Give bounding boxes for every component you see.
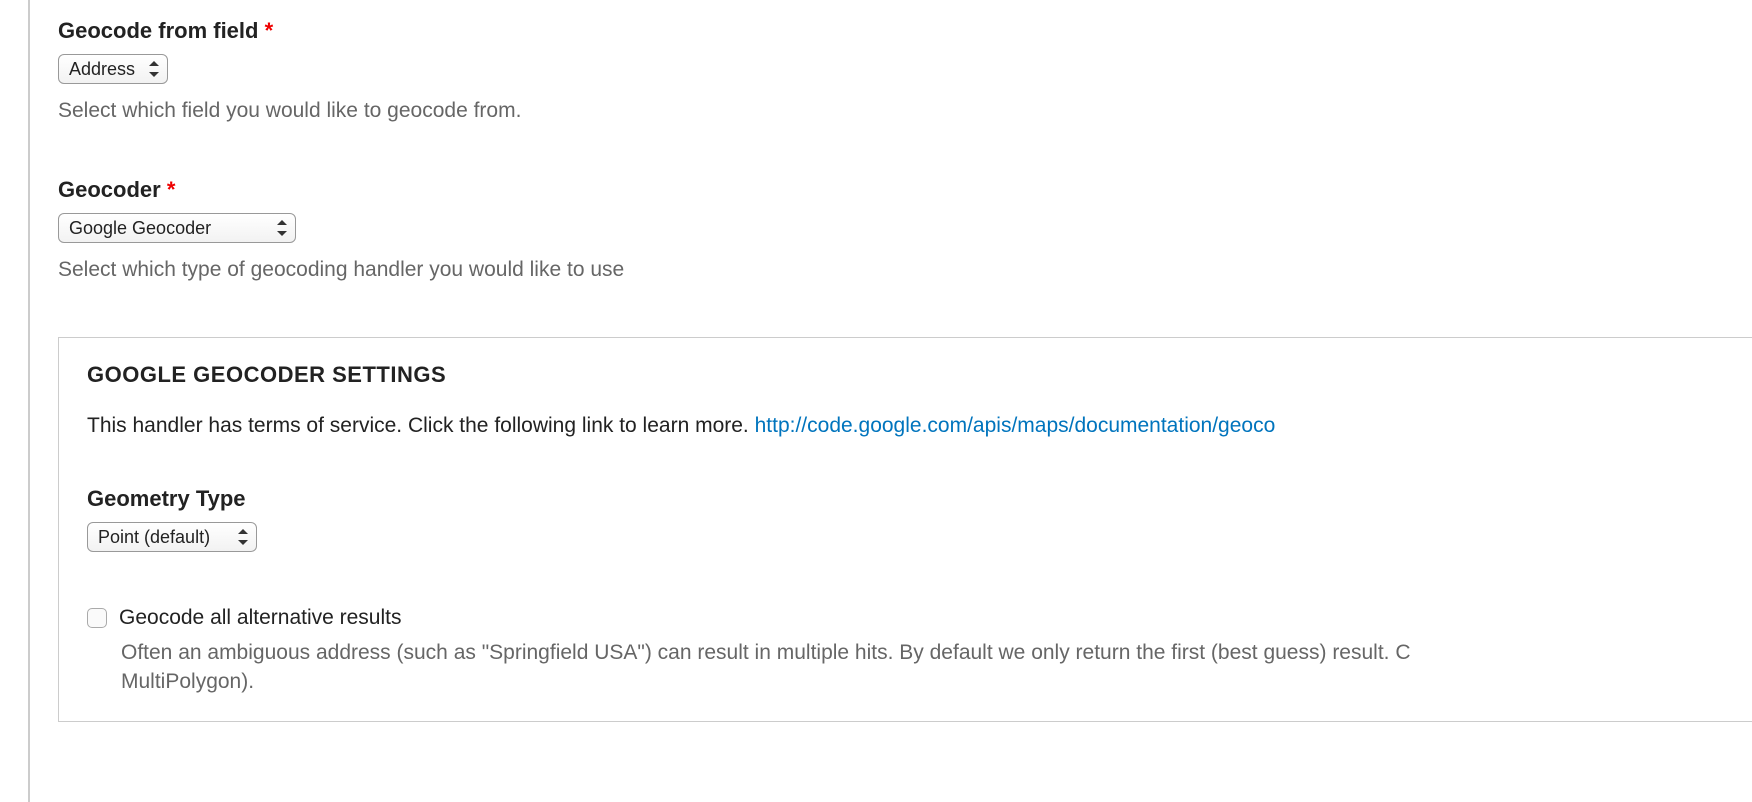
- alt-results-help: Often an ambiguous address (such as "Spr…: [121, 638, 1724, 697]
- geometry-type-select[interactable]: Point (default): [87, 522, 257, 552]
- fieldset-legend: GOOGLE GEOCODER SETTINGS: [87, 362, 1724, 388]
- tos-text: This handler has terms of service. Click…: [87, 414, 1724, 438]
- alt-results-label: Geocode all alternative results: [119, 606, 402, 630]
- geocoder-selected-value: Google Geocoder: [69, 218, 211, 238]
- chevron-updown-icon: [277, 220, 287, 236]
- form-container: Geocode from field * Address Select whic…: [28, 0, 1752, 802]
- geometry-type-label: Geometry Type: [87, 486, 1724, 512]
- geometry-type-selected-value: Point (default): [98, 527, 210, 547]
- alt-results-checkbox[interactable]: [87, 608, 107, 628]
- geocode-from-help: Select which field you would like to geo…: [58, 96, 1752, 125]
- geocode-from-label: Geocode from field *: [58, 18, 1752, 44]
- tos-link[interactable]: http://code.google.com/apis/maps/documen…: [755, 414, 1276, 437]
- geocoder-label-text: Geocoder: [58, 177, 161, 202]
- required-mark-icon: *: [265, 18, 274, 43]
- geocoder-field-group: Geocoder * Google Geocoder Select which …: [58, 177, 1752, 284]
- required-mark-icon: *: [167, 177, 176, 202]
- geocoder-label: Geocoder *: [58, 177, 1752, 203]
- geocode-from-selected-value: Address: [69, 59, 135, 79]
- geocoder-help: Select which type of geocoding handler y…: [58, 255, 1752, 284]
- geocode-from-label-text: Geocode from field: [58, 18, 258, 43]
- geocode-from-select[interactable]: Address: [58, 54, 168, 84]
- google-geocoder-settings-fieldset: GOOGLE GEOCODER SETTINGS This handler ha…: [58, 337, 1752, 722]
- alt-results-row: Geocode all alternative results: [87, 606, 1724, 630]
- chevron-updown-icon: [149, 61, 159, 77]
- chevron-updown-icon: [238, 529, 248, 545]
- geocode-from-field-group: Geocode from field * Address Select whic…: [58, 18, 1752, 125]
- tos-prefix: This handler has terms of service. Click…: [87, 414, 755, 437]
- geocoder-select[interactable]: Google Geocoder: [58, 213, 296, 243]
